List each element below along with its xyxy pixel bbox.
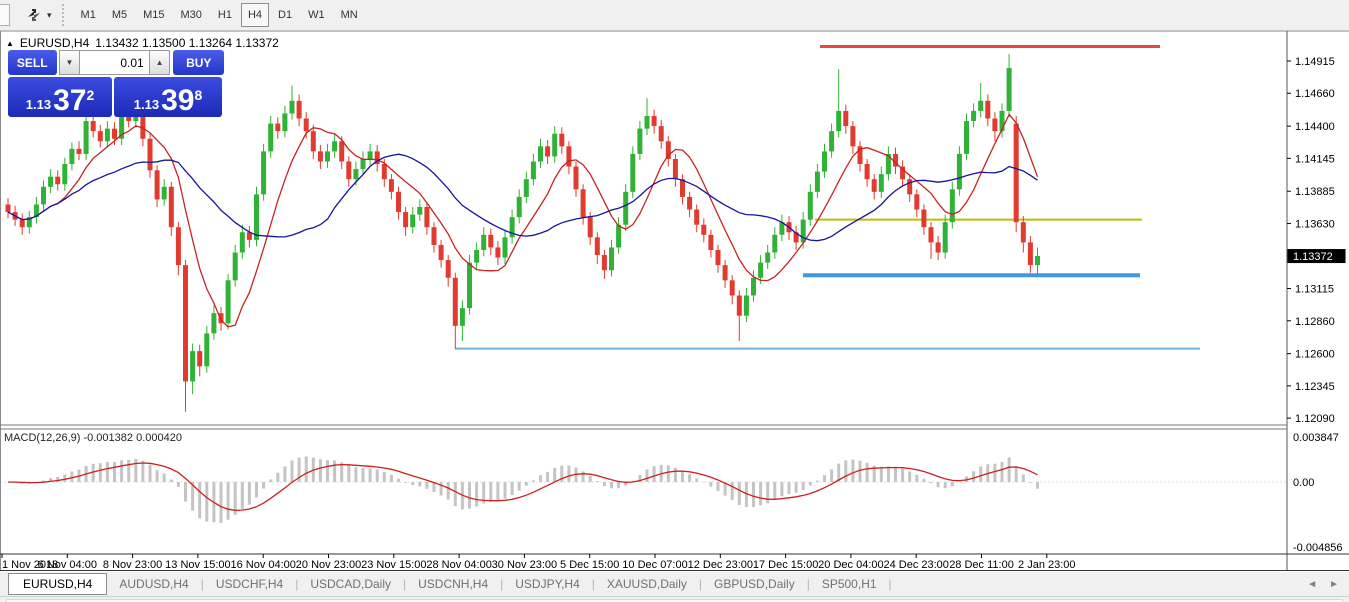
- symbol-period-label: EURUSD,H4: [20, 36, 89, 50]
- svg-text:13 Nov 15:00: 13 Nov 15:00: [165, 559, 230, 571]
- svg-text:12 Dec 23:00: 12 Dec 23:00: [688, 559, 753, 571]
- buy-price-pip: 8: [194, 88, 202, 102]
- svg-text:1.13372: 1.13372: [1293, 251, 1333, 263]
- svg-text:-0.004856: -0.004856: [1293, 542, 1343, 554]
- svg-text:28 Nov 04:00: 28 Nov 04:00: [426, 559, 491, 571]
- svg-text:24 Dec 23:00: 24 Dec 23:00: [883, 559, 948, 571]
- svg-text:1.13630: 1.13630: [1295, 218, 1335, 230]
- tab-scroll-left-icon[interactable]: ◄: [1307, 579, 1317, 590]
- svg-text:30 Nov 23:00: 30 Nov 23:00: [492, 559, 557, 571]
- svg-text:8 Nov 23:00: 8 Nov 23:00: [103, 559, 162, 571]
- chart-tab-bar: EURUSD,H4 AUDUSD,H4|USDCHF,H4|USDCAD,Dai…: [0, 572, 1349, 596]
- svg-text:1.12860: 1.12860: [1295, 316, 1335, 328]
- buy-button[interactable]: BUY: [173, 50, 224, 75]
- timeframe-button-h4[interactable]: H4: [241, 3, 269, 27]
- buy-price-main: 39: [161, 87, 194, 114]
- svg-text:10 Dec 07:00: 10 Dec 07:00: [622, 559, 687, 571]
- timeframe-buttons: M1M5M15M30H1H4D1W1MN: [73, 3, 366, 27]
- svg-text:2 Jan 23:00: 2 Jan 23:00: [1018, 559, 1076, 571]
- svg-text:1.13115: 1.13115: [1295, 284, 1334, 296]
- tab-sp500-h1[interactable]: SP500,H1: [810, 577, 889, 591]
- tile-windows-icon[interactable]: [22, 4, 46, 26]
- svg-text:1.14400: 1.14400: [1295, 121, 1335, 133]
- svg-text:0.003847: 0.003847: [1293, 432, 1339, 444]
- svg-text:6 Nov 04:00: 6 Nov 04:00: [38, 559, 97, 571]
- sell-price-prefix: 1.13: [26, 98, 51, 111]
- timeframe-button-h1[interactable]: H1: [211, 3, 239, 27]
- svg-text:20 Dec 04:00: 20 Dec 04:00: [818, 559, 883, 571]
- chart-ohlc-title: ▲ EURUSD,H4 1.13432 1.13500 1.13264 1.13…: [6, 36, 279, 50]
- svg-text:16 Nov 04:00: 16 Nov 04:00: [230, 559, 295, 571]
- svg-text:1.14915: 1.14915: [1295, 56, 1335, 68]
- timeframe-button-m30[interactable]: M30: [174, 3, 209, 27]
- sell-price-display[interactable]: 1.13 37 2: [8, 77, 112, 117]
- toolbar-dropdown-caret[interactable]: ▾: [47, 10, 52, 21]
- timeframe-button-m5[interactable]: M5: [105, 3, 134, 27]
- timeframe-toolbar: ▾ M1M5M15M30H1H4D1W1MN: [0, 0, 1349, 31]
- sell-price-main: 37: [53, 87, 86, 114]
- terminal-window: ▾ M1M5M15M30H1H4D1W1MN 1.14915 1.14660 1.1…: [0, 0, 1349, 602]
- tab-usdcad-daily[interactable]: USDCAD,Daily: [298, 577, 403, 591]
- lot-decrease-button[interactable]: ▼: [59, 50, 81, 75]
- sell-price-pip: 2: [86, 88, 94, 102]
- tab-separator: |: [889, 577, 892, 591]
- timeframe-button-m1[interactable]: M1: [74, 3, 103, 27]
- collapse-triangle-icon[interactable]: ▲: [6, 39, 14, 48]
- svg-text:1.14145: 1.14145: [1295, 153, 1335, 165]
- svg-text:23 Nov 15:00: 23 Nov 15:00: [361, 559, 426, 571]
- ohlc-values: 1.13432 1.13500 1.13264 1.13372: [95, 36, 279, 50]
- tab-usdcnh-h4[interactable]: USDCNH,H4: [406, 577, 500, 591]
- tab-xauusd-daily[interactable]: XAUUSD,Daily: [595, 577, 699, 591]
- timeframe-button-m15[interactable]: M15: [136, 3, 171, 27]
- timeframe-button-d1[interactable]: D1: [271, 3, 299, 27]
- clipped-toolbar-icon[interactable]: [0, 4, 10, 26]
- tab-scroll-arrows: ◄ ►: [1307, 579, 1339, 590]
- tab-gbpusd-daily[interactable]: GBPUSD,Daily: [702, 577, 807, 591]
- buy-price-display[interactable]: 1.13 39 8: [114, 77, 222, 117]
- svg-text:1.12345: 1.12345: [1295, 381, 1335, 393]
- tab-audusd-h4[interactable]: AUDUSD,H4: [107, 577, 200, 591]
- inactive-tabs: AUDUSD,H4|USDCHF,H4|USDCAD,Daily|USDCNH,…: [107, 577, 891, 591]
- svg-text:1.12090: 1.12090: [1295, 413, 1335, 425]
- tab-scroll-right-icon[interactable]: ►: [1329, 579, 1339, 590]
- buy-price-prefix: 1.13: [134, 98, 159, 111]
- svg-text:20 Nov 23:00: 20 Nov 23:00: [296, 559, 361, 571]
- one-click-trading-panel: SELL ▼ 0.01 ▲ BUY 1.13 37 2 1.13 39 8: [8, 50, 224, 117]
- timeframe-button-w1[interactable]: W1: [301, 3, 332, 27]
- status-bar: [0, 596, 1349, 602]
- svg-text:0.00: 0.00: [1293, 477, 1314, 489]
- timeframe-button-mn[interactable]: MN: [334, 3, 365, 27]
- toolbar-grip[interactable]: [62, 4, 65, 26]
- svg-text:17 Dec 15:00: 17 Dec 15:00: [753, 559, 818, 571]
- svg-text:1.14660: 1.14660: [1295, 88, 1335, 100]
- svg-text:28 Dec 11:00: 28 Dec 11:00: [949, 559, 1014, 571]
- tab-usdchf-h4[interactable]: USDCHF,H4: [204, 577, 295, 591]
- lot-size-input[interactable]: 0.01: [80, 50, 148, 75]
- svg-text:5 Dec 15:00: 5 Dec 15:00: [560, 559, 619, 571]
- svg-text:1.12600: 1.12600: [1295, 349, 1335, 361]
- tab-eurusd-h4-active[interactable]: EURUSD,H4: [8, 573, 107, 595]
- sell-button[interactable]: SELL: [8, 50, 57, 75]
- tab-usdjpy-h4[interactable]: USDJPY,H4: [503, 577, 591, 591]
- lot-increase-button[interactable]: ▲: [149, 50, 171, 75]
- svg-text:1.13885: 1.13885: [1295, 186, 1335, 198]
- macd-indicator-label: MACD(12,26,9) -0.001382 0.000420: [4, 432, 182, 444]
